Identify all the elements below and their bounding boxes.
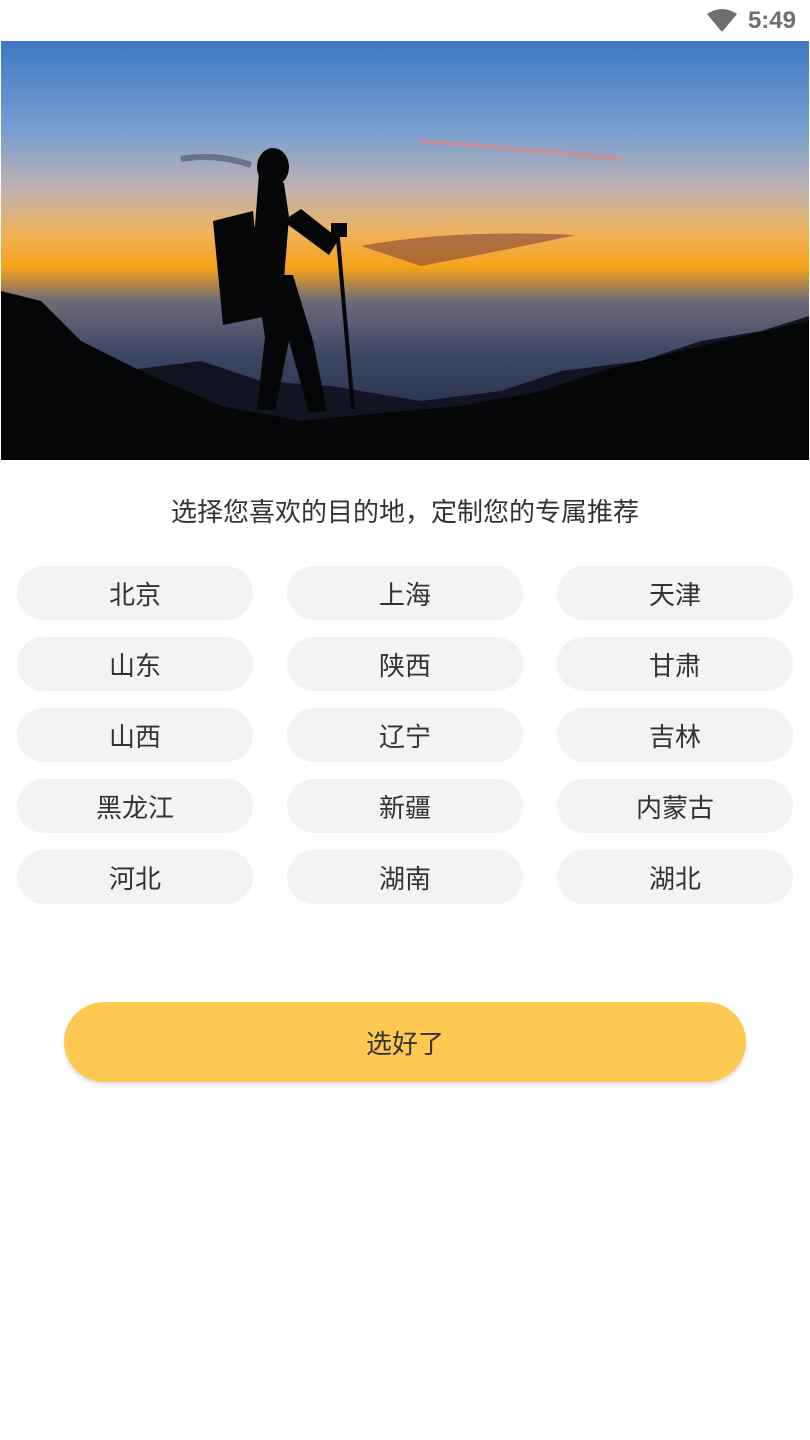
destination-chip[interactable]: 北京: [17, 566, 253, 620]
confirm-button[interactable]: 选好了: [64, 1002, 746, 1082]
status-bar: 5:49: [0, 0, 810, 41]
destination-chip[interactable]: 甘肃: [557, 637, 793, 691]
destination-chip[interactable]: 上海: [287, 566, 523, 620]
destination-chip[interactable]: 山东: [17, 637, 253, 691]
wifi-icon: [706, 8, 738, 34]
destination-chip[interactable]: 天津: [557, 566, 793, 620]
destination-chip[interactable]: 湖北: [557, 850, 793, 904]
destination-grid: 北京 上海 天津 山东 陕西 甘肃 山西 辽宁 吉林 黑龙江 新疆 内蒙古 河北…: [17, 566, 793, 904]
destination-chip[interactable]: 辽宁: [287, 708, 523, 762]
destination-chip[interactable]: 吉林: [557, 708, 793, 762]
destination-chip[interactable]: 河北: [17, 850, 253, 904]
destination-chip[interactable]: 湖南: [287, 850, 523, 904]
destination-chip[interactable]: 山西: [17, 708, 253, 762]
destination-chip[interactable]: 内蒙古: [557, 779, 793, 833]
destination-chip[interactable]: 陕西: [287, 637, 523, 691]
hero-image: [1, 41, 809, 460]
destination-prompt: 选择您喜欢的目的地，定制您的专属推荐: [170, 498, 639, 528]
status-time: 5:49: [747, 7, 796, 34]
destination-chip[interactable]: 新疆: [287, 779, 523, 833]
destination-chip[interactable]: 黑龙江: [17, 779, 253, 833]
